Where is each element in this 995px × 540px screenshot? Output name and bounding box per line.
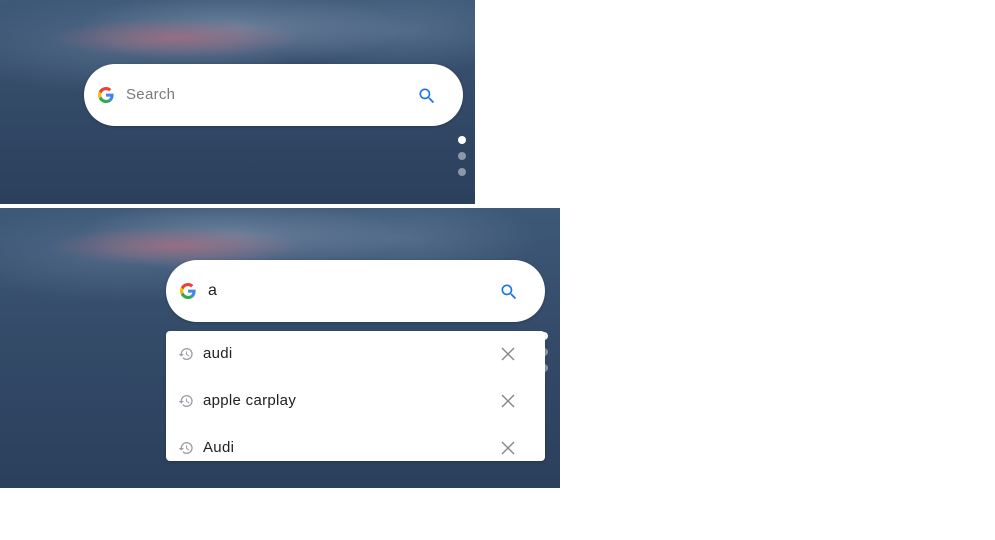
suggestion-dropdown: audi apple carplay Audi [166, 331, 545, 461]
suggestion-label: audi [203, 345, 233, 362]
search-input[interactable]: a [208, 281, 217, 301]
suggestion-item[interactable]: Audi [166, 425, 545, 461]
search-icon[interactable] [499, 282, 519, 302]
search-bar[interactable]: a [166, 260, 545, 322]
suggestion-item[interactable]: audi [166, 331, 545, 378]
close-icon[interactable] [499, 345, 517, 363]
suggestion-label: Audi [203, 439, 235, 456]
history-icon [178, 348, 193, 360]
close-icon[interactable] [499, 392, 517, 410]
home-screen-wallpaper: a audi apple carplay Audi [0, 208, 560, 488]
page-indicator [458, 136, 468, 184]
search-bar[interactable]: Search [84, 64, 463, 126]
suggestion-label: apple carplay [203, 392, 297, 409]
search-placeholder: Search [126, 86, 176, 103]
google-logo-icon [98, 87, 114, 103]
page-dot[interactable] [458, 152, 466, 160]
page-dot-active[interactable] [458, 136, 466, 144]
close-icon[interactable] [499, 439, 517, 457]
page-dot[interactable] [458, 168, 466, 176]
home-screen-wallpaper: Search [0, 0, 475, 204]
search-icon[interactable] [417, 86, 437, 106]
suggestion-item[interactable]: apple carplay [166, 378, 545, 425]
history-icon [178, 442, 193, 454]
history-icon [178, 395, 193, 407]
google-logo-icon [180, 283, 196, 299]
